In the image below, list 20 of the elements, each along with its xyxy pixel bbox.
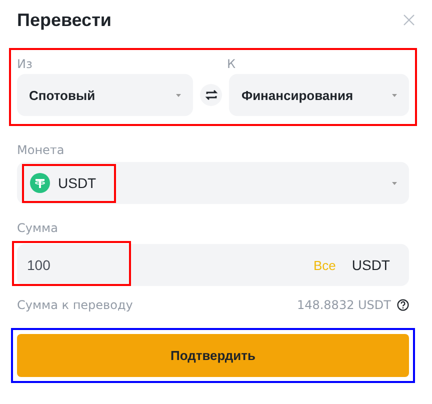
field-label: Сумма [17,220,59,237]
caret-icon [176,94,182,96]
swap-button[interactable] [200,84,222,106]
field-label: К [227,57,236,71]
summary-value: 148.8832 USDT [296,298,391,312]
caret-icon [392,94,397,96]
confirm-button[interactable]: Подтвердить [17,334,409,377]
coin-select[interactable]: USDT [17,162,409,204]
help-icon[interactable] [397,299,409,311]
swap-icon [204,89,218,101]
field-label: Из [17,57,34,71]
unit-label: USDT [352,257,390,273]
dialog-title: Перевести [17,10,112,30]
to-account-select[interactable]: Финансирования [229,74,409,116]
summary-label: Сумма к переводу [17,298,133,312]
field-label: Монета [17,142,66,159]
coin-name: USDT [58,175,96,191]
from-account-select[interactable]: Спотовый [17,74,194,116]
caret-icon [392,182,397,184]
coin-icon [30,173,50,193]
